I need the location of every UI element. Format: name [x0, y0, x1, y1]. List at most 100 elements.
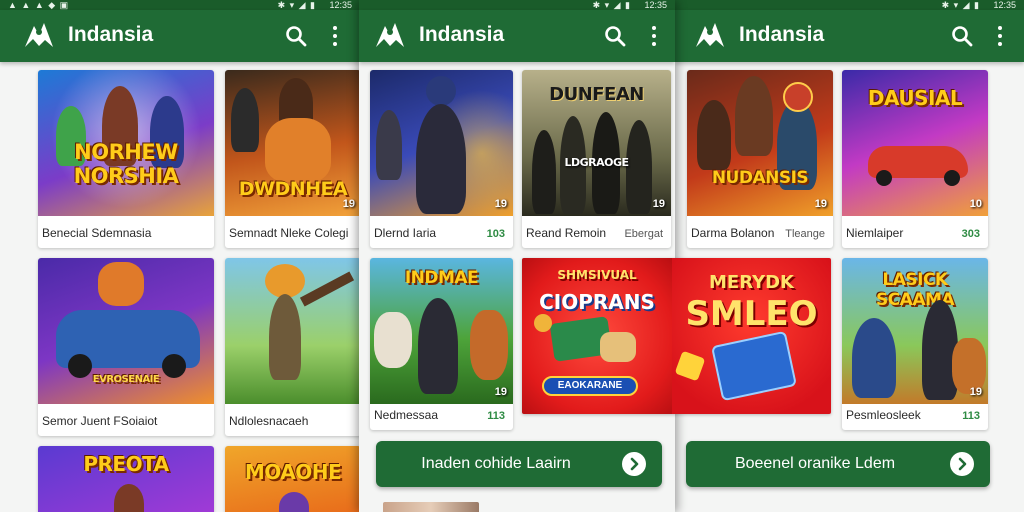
game-rating: 19	[494, 198, 507, 210]
game-card[interactable]: Ndlolesnacaeh	[225, 258, 360, 436]
game-art-title: NORHEW NORSHIA	[73, 140, 179, 188]
app-bar: Indansia	[675, 10, 1024, 62]
game-meta: Ebergat	[624, 228, 663, 240]
game-title: Nedmessaa	[374, 408, 439, 422]
screen-right: ✱ ▾ ◢ ▮ 12:35 Indansia NUDANSIS 19 Darma…	[675, 0, 1024, 512]
game-meta: Tleange	[785, 228, 825, 240]
game-downloads: 113	[487, 410, 505, 422]
chevron-right-icon	[950, 452, 974, 476]
game-title: Ndlolesnacaeh	[229, 414, 309, 428]
app-title: Indansia	[739, 23, 825, 46]
game-rating: 19	[652, 198, 665, 210]
screen-left: ▲ ▲ ▲ ◆ ▣ ✱ ▾ ◢ ▮ 12:35 Indansia NORHEW …	[0, 0, 360, 512]
game-thumbnail: DUNFEAN LDGRAOGE 19	[522, 70, 671, 216]
status-bar: ▲ ▲ ▲ ◆ ▣ ✱ ▾ ◢ ▮ 12:35	[0, 0, 360, 10]
status-icons: ✱ ▾ ◢ ▮	[941, 0, 980, 10]
game-thumbnail	[225, 258, 360, 404]
content-thumbnail-peek[interactable]	[383, 502, 479, 512]
game-art-title: MOAOHE	[244, 460, 342, 484]
game-card[interactable]: MOAOHE	[225, 446, 360, 512]
game-card[interactable]: PREOTA	[38, 446, 214, 512]
promo-left-title: SHMSIVUAL	[557, 268, 637, 282]
app-logo-icon[interactable]	[693, 20, 727, 50]
status-time: 12:35	[329, 0, 352, 10]
game-title: Semor Juent FSoiaiot	[42, 414, 158, 428]
game-card[interactable]: LASICK SCAAMA 19 Pesmleosleek 113	[842, 258, 988, 430]
game-thumbnail: DWDNHEA 19	[225, 70, 360, 216]
game-art-title: DAUSIAL	[867, 86, 963, 110]
explore-button[interactable]: Boeenel oranike Ldem	[686, 441, 990, 487]
app-logo-icon[interactable]	[373, 20, 407, 50]
game-title: Darma Bolanon	[691, 226, 775, 240]
game-art-title: INDMAE	[404, 268, 479, 288]
promo-right-main: SMLEO	[685, 294, 818, 334]
game-title: Reand Remoin	[526, 226, 607, 240]
game-rating: 19	[342, 198, 355, 210]
game-thumbnail: 19	[370, 70, 513, 216]
promo-left-main: CIOPRANS	[539, 290, 655, 314]
game-card[interactable]: DUNFEAN LDGRAOGE 19 Reand Remoin Ebergat	[522, 70, 671, 248]
game-title: Benecial Sdemnasia	[42, 226, 152, 240]
promo-left-tag: EAOKARANE	[542, 376, 638, 396]
login-button[interactable]: Inaden cohide Laairn	[376, 441, 662, 487]
promo-right-top: MERYDK	[708, 272, 794, 293]
overflow-menu-icon[interactable]	[330, 24, 340, 48]
app-screens-collage: ▲ ▲ ▲ ◆ ▣ ✱ ▾ ◢ ▮ 12:35 Indansia NORHEW …	[0, 0, 1024, 512]
game-thumbnail: DAUSIAL 10	[842, 70, 988, 216]
promo-banner-right: MERYDK SMLEO	[672, 258, 831, 414]
game-title: Semnadt Nleke Colegi	[229, 226, 349, 240]
promo-banner[interactable]: SHMSIVUAL CIOPRANS EAOKARANE MERYDK SMLE…	[522, 258, 831, 414]
status-bar: ✱ ▾ ◢ ▮ 12:35	[675, 0, 1024, 10]
game-card[interactable]: 19 Dlernd Iaria 103	[370, 70, 513, 248]
game-thumbnail: MOAOHE	[225, 446, 360, 512]
game-downloads: 113	[962, 410, 980, 422]
app-logo-icon[interactable]	[22, 20, 56, 50]
game-title: Niemlaiper	[846, 226, 904, 240]
search-icon[interactable]	[603, 24, 627, 48]
status-time: 12:35	[644, 0, 667, 10]
game-thumbnail: NUDANSIS 19	[687, 70, 833, 216]
login-button-label: Inaden cohide Laairn	[421, 455, 571, 472]
game-card[interactable]: DWDNHEA 19 Semnadt Nleke Colegi	[225, 70, 360, 248]
status-time: 12:35	[993, 0, 1016, 10]
game-art-title: EVROSENAIE	[92, 374, 160, 385]
status-bar: ✱ ▾ ◢ ▮ 12:35	[359, 0, 675, 10]
game-downloads: 103	[486, 228, 505, 240]
game-title: Pesmleosleek	[846, 408, 921, 422]
game-thumbnail: INDMAE 19	[370, 258, 513, 404]
promo-banner-left: SHMSIVUAL CIOPRANS EAOKARANE	[522, 258, 672, 414]
game-art-subtitle: LDGRAOGE	[564, 156, 629, 169]
game-art-title: NUDANSIS	[711, 168, 809, 188]
search-icon[interactable]	[284, 24, 308, 48]
game-rating: 10	[969, 198, 982, 210]
game-rating: 19	[494, 386, 507, 398]
game-thumbnail: PREOTA	[38, 446, 214, 512]
app-title: Indansia	[419, 23, 505, 46]
explore-button-label: Boeenel oranike Ldem	[734, 455, 896, 472]
game-card[interactable]: EVROSENAIE Semor Juent FSoiaiot	[38, 258, 214, 436]
app-bar: Indansia	[0, 10, 360, 62]
search-icon[interactable]	[950, 24, 974, 48]
game-thumbnail: NORHEW NORSHIA	[38, 70, 214, 216]
game-rating: 19	[814, 198, 827, 210]
game-rating: 19	[969, 386, 982, 398]
game-downloads: 303	[961, 228, 980, 240]
screen-middle: ✱ ▾ ◢ ▮ 12:35 Indansia 19 Dlernd Iaria 1…	[359, 0, 675, 512]
game-card[interactable]: NUDANSIS 19 Darma Bolanon Tleange	[687, 70, 833, 248]
overflow-menu-icon[interactable]	[995, 24, 1005, 48]
app-bar: Indansia	[359, 10, 675, 62]
status-indicators: ▲ ▲ ▲ ◆ ▣	[8, 0, 70, 10]
game-title: Dlernd Iaria	[374, 226, 437, 240]
status-icons: ✱ ▾ ◢ ▮	[277, 0, 316, 10]
game-thumbnail: LASICK SCAAMA 19	[842, 258, 988, 404]
game-card[interactable]: DAUSIAL 10 Niemlaiper 303	[842, 70, 988, 248]
chevron-right-icon	[622, 452, 646, 476]
status-icons: ✱ ▾ ◢ ▮	[592, 0, 631, 10]
app-title: Indansia	[68, 23, 154, 46]
game-thumbnail: EVROSENAIE	[38, 258, 214, 404]
game-art-title: DUNFEAN	[549, 84, 644, 105]
game-card[interactable]: INDMAE 19 Nedmessaa 113	[370, 258, 513, 430]
overflow-menu-icon[interactable]	[649, 24, 659, 48]
game-card[interactable]: NORHEW NORSHIA Benecial Sdemnasia	[38, 70, 214, 248]
game-art-title: DWDNHEA	[238, 178, 348, 200]
